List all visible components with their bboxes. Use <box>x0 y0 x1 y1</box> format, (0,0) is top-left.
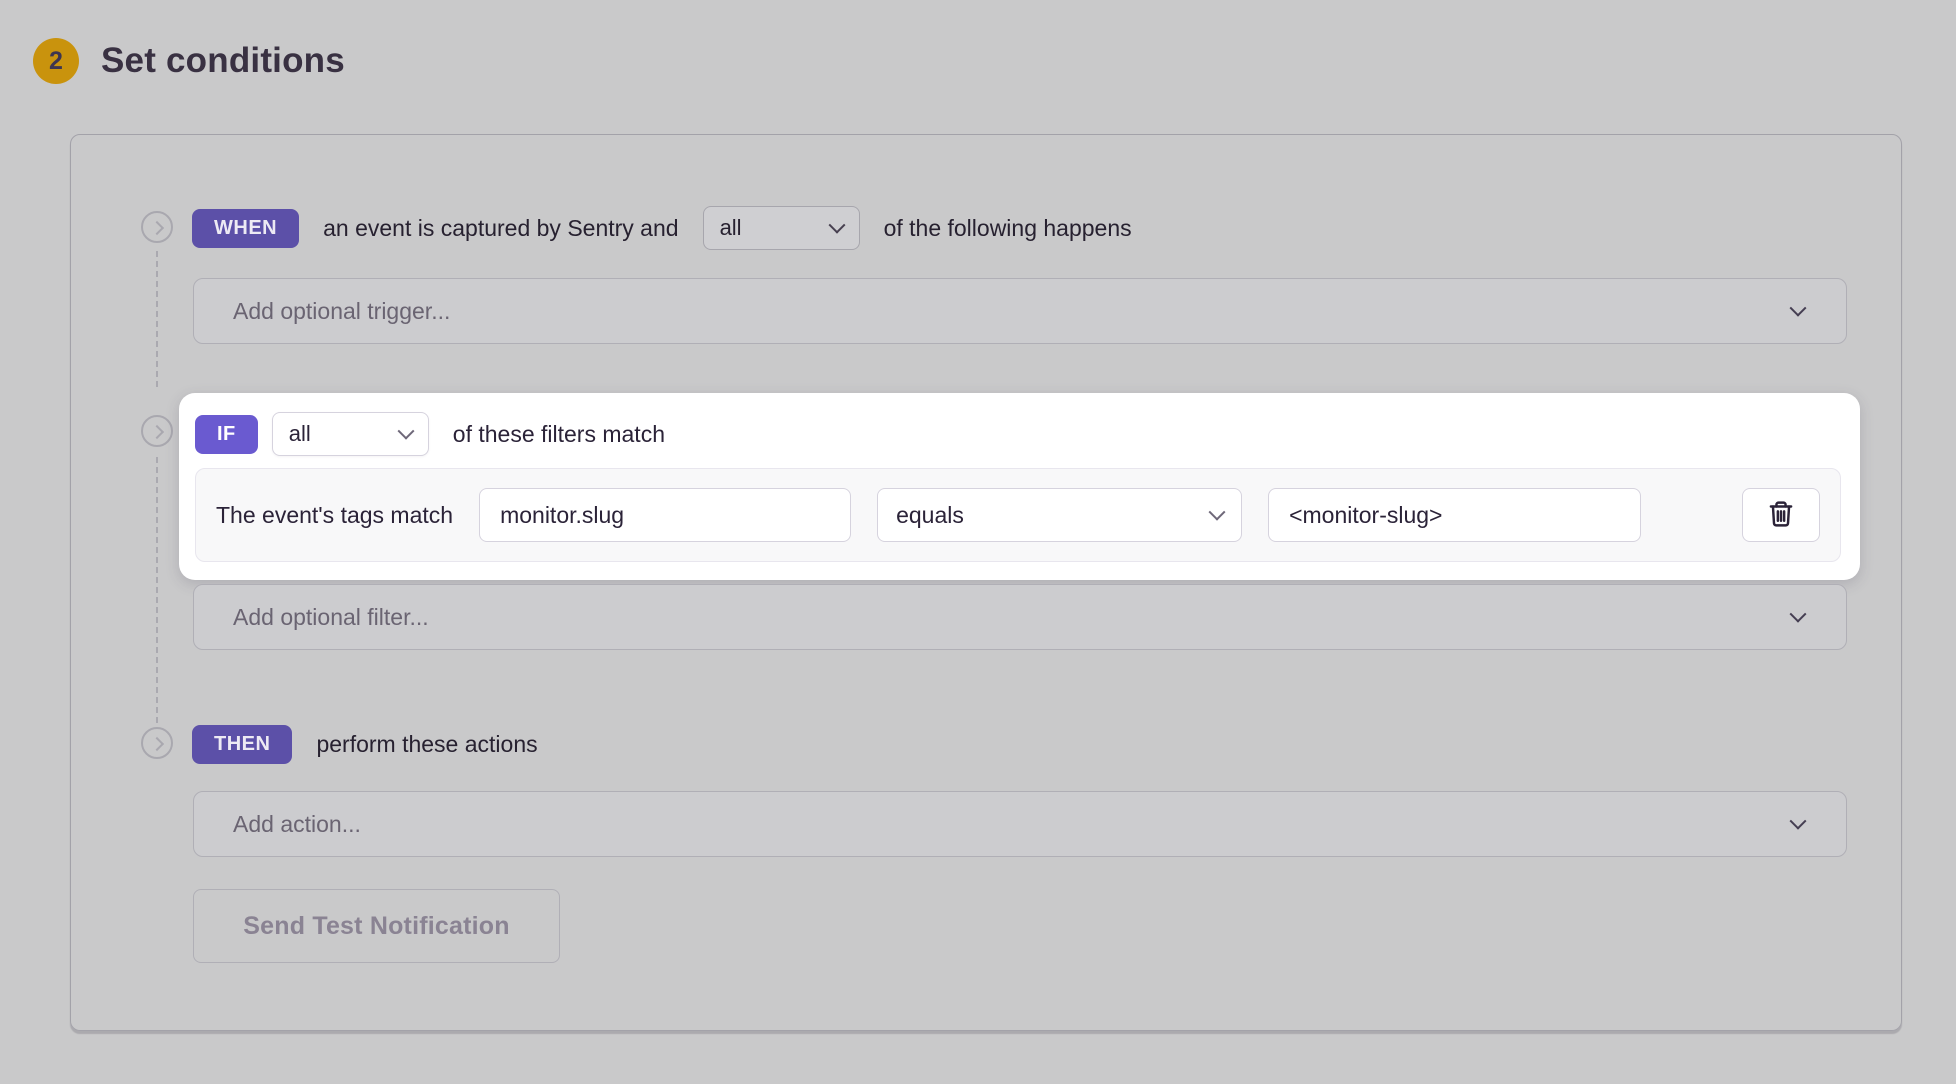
send-test-notification-button[interactable]: Send Test Notification <box>193 889 560 963</box>
connector-dash-line <box>156 251 158 387</box>
set-conditions-screen: 2 Set conditions WHEN an event is captur… <box>0 0 1956 1084</box>
filter-comparison-select[interactable]: equals <box>877 488 1242 542</box>
add-optional-trigger-placeholder: Add optional trigger... <box>233 298 450 325</box>
add-optional-filter-dropdown[interactable]: Add optional filter... <box>193 584 1847 650</box>
when-match-select[interactable]: all <box>703 206 860 250</box>
then-row: THEN perform these actions <box>192 721 548 767</box>
when-text-before: an event is captured by Sentry and <box>323 215 678 242</box>
if-filter-card: IF all of these filters match The event'… <box>179 393 1860 580</box>
filter-key-input[interactable] <box>479 488 851 542</box>
conditions-panel: WHEN an event is captured by Sentry and … <box>70 134 1902 1031</box>
step-number-badge: 2 <box>33 38 79 84</box>
then-step-chevron-icon <box>141 727 173 759</box>
when-row: WHEN an event is captured by Sentry and … <box>192 205 1142 251</box>
when-match-select-value: all <box>720 215 742 241</box>
filter-comparison-value: equals <box>896 502 964 529</box>
connector-dash-line <box>156 457 158 723</box>
then-text-after: perform these actions <box>316 731 537 758</box>
when-text-after: of the following happens <box>884 215 1132 242</box>
trash-icon <box>1767 499 1795 532</box>
if-step-chevron-icon <box>141 415 173 447</box>
section-header: 2 Set conditions <box>33 38 345 84</box>
if-badge: IF <box>195 415 258 454</box>
add-action-dropdown[interactable]: Add action... <box>193 791 1847 857</box>
if-row: IF all of these filters match <box>195 411 675 457</box>
then-badge: THEN <box>192 725 292 764</box>
page-title: Set conditions <box>101 41 345 81</box>
if-match-select[interactable]: all <box>272 412 429 456</box>
filter-condition-row: The event's tags match equals <box>195 468 1841 562</box>
add-optional-trigger-dropdown[interactable]: Add optional trigger... <box>193 278 1847 344</box>
chevron-down-icon <box>1209 504 1226 521</box>
chevron-down-icon <box>1790 300 1807 317</box>
filter-label: The event's tags match <box>216 502 453 529</box>
add-optional-filter-placeholder: Add optional filter... <box>233 604 429 631</box>
when-step-chevron-icon <box>141 211 173 243</box>
when-badge: WHEN <box>192 209 299 248</box>
chevron-down-icon <box>828 217 845 234</box>
if-text-after: of these filters match <box>453 421 665 448</box>
chevron-down-icon <box>397 423 414 440</box>
chevron-down-icon <box>1790 813 1807 830</box>
if-match-select-value: all <box>289 421 311 447</box>
add-action-placeholder: Add action... <box>233 811 361 838</box>
filter-value-input[interactable] <box>1268 488 1641 542</box>
chevron-down-icon <box>1790 606 1807 623</box>
delete-filter-button[interactable] <box>1742 488 1820 542</box>
